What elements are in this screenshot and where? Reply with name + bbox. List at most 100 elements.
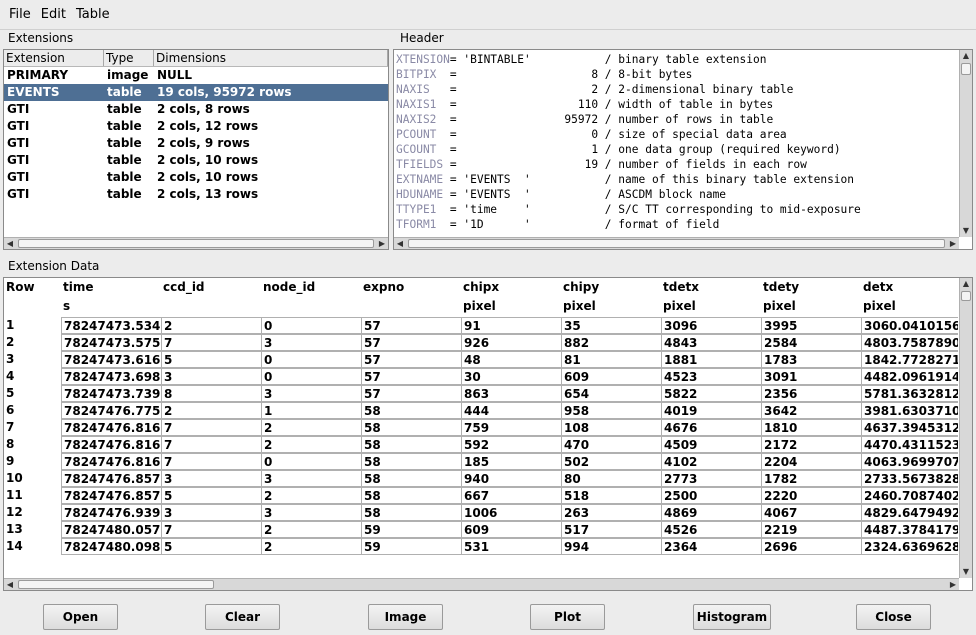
table-cell[interactable]: 609 — [461, 521, 562, 538]
table-cell[interactable]: 78247476.81608 — [61, 453, 162, 470]
scroll-thumb[interactable] — [408, 239, 945, 248]
table-cell[interactable]: 91 — [461, 317, 562, 334]
column-header[interactable]: tdetx — [663, 278, 699, 297]
table-cell[interactable]: 108 — [561, 419, 662, 436]
table-cell[interactable]: 2204 — [761, 453, 862, 470]
table-cell[interactable]: 2500 — [661, 487, 762, 504]
column-header[interactable]: node_id — [263, 278, 315, 297]
table-cell[interactable]: 3 — [261, 470, 362, 487]
table-cell[interactable]: 3642 — [761, 402, 862, 419]
table-cell[interactable]: 57 — [361, 351, 462, 368]
table-cell[interactable]: 3 — [161, 368, 262, 385]
table-cell[interactable]: 81 — [561, 351, 662, 368]
table-cell[interactable]: 2460.708740234 — [861, 487, 958, 504]
table-cell[interactable]: 7 — [161, 334, 262, 351]
data-vscroll[interactable]: ▲ ▼ — [959, 278, 972, 578]
table-cell[interactable]: 58 — [361, 436, 462, 453]
header-hscroll[interactable]: ◀ ▶ — [394, 237, 959, 249]
extension-row[interactable]: EVENTS table 19 cols, 95972 rows — [4, 84, 388, 101]
extension-row[interactable]: PRIMARY image NULL — [4, 67, 388, 84]
table-cell[interactable]: 4487.378417969 — [861, 521, 958, 538]
header-text-area[interactable]: XTENSION= 'BINTABLE' / binary table exte… — [393, 49, 973, 250]
table-cell[interactable]: 502 — [561, 453, 662, 470]
table-cell[interactable]: 3 — [161, 470, 262, 487]
column-header[interactable]: ccd_id — [163, 278, 205, 297]
data-hscroll[interactable]: ◀ ▶ — [4, 578, 959, 590]
menu-table[interactable]: Table — [71, 0, 115, 30]
table-cell[interactable]: 2172 — [761, 436, 862, 453]
table-cell[interactable]: 882 — [561, 334, 662, 351]
table-cell[interactable]: 78247476.85712 — [61, 470, 162, 487]
table-cell[interactable]: 58 — [361, 504, 462, 521]
table-cell[interactable]: 1782 — [761, 470, 862, 487]
table-cell[interactable]: 1842.772827148 — [861, 351, 958, 368]
table-cell[interactable]: 4829.647949219 — [861, 504, 958, 521]
table-cell[interactable]: 57 — [361, 317, 462, 334]
table-cell[interactable]: 3995 — [761, 317, 862, 334]
table-cell[interactable]: 2584 — [761, 334, 862, 351]
header-vscroll[interactable]: ▲ ▼ — [959, 50, 972, 237]
table-cell[interactable]: 4803.758789062 — [861, 334, 958, 351]
table-cell[interactable]: 78247473.69821 — [61, 368, 162, 385]
table-cell[interactable]: 2 — [161, 402, 262, 419]
table-cell[interactable]: 940 — [461, 470, 562, 487]
scroll-left-icon[interactable]: ◀ — [394, 238, 406, 249]
table-cell[interactable]: 78247476.81608 — [61, 419, 162, 436]
table-cell[interactable]: 3 — [261, 385, 362, 402]
table-cell[interactable]: 78247476.81608 — [61, 436, 162, 453]
table-cell[interactable]: 592 — [461, 436, 562, 453]
table-cell[interactable]: 58 — [361, 419, 462, 436]
table-cell[interactable]: 1 — [261, 402, 362, 419]
table-cell[interactable]: 5 — [161, 538, 262, 555]
table-cell[interactable]: 2356 — [761, 385, 862, 402]
table-cell[interactable]: 0 — [261, 368, 362, 385]
scroll-right-icon[interactable]: ▶ — [376, 238, 388, 249]
table-cell[interactable]: 57 — [361, 368, 462, 385]
column-header[interactable]: detx — [863, 278, 893, 297]
column-header[interactable]: chipx — [463, 278, 499, 297]
table-cell[interactable]: 2 — [261, 419, 362, 436]
table-cell[interactable]: 654 — [561, 385, 662, 402]
table-cell[interactable]: 609 — [561, 368, 662, 385]
table-cell[interactable]: 48 — [461, 351, 562, 368]
table-cell[interactable]: 4470.431152344 — [861, 436, 958, 453]
extension-row[interactable]: GTI table 2 cols, 13 rows — [4, 186, 388, 203]
extension-row[interactable]: GTI table 2 cols, 9 rows — [4, 135, 388, 152]
table-cell[interactable]: 8 — [161, 385, 262, 402]
table-cell[interactable]: 7 — [161, 521, 262, 538]
scroll-right-icon[interactable]: ▶ — [947, 238, 959, 249]
table-cell[interactable]: 4526 — [661, 521, 762, 538]
table-cell[interactable]: 4063.969970703 — [861, 453, 958, 470]
scroll-right-icon[interactable]: ▶ — [947, 579, 959, 590]
table-cell[interactable]: 3 — [161, 504, 262, 521]
menu-edit[interactable]: Edit — [36, 0, 71, 30]
table-cell[interactable]: 958 — [561, 402, 662, 419]
scroll-thumb[interactable] — [961, 291, 971, 301]
table-cell[interactable]: 0 — [261, 351, 362, 368]
table-cell[interactable]: 78247473.53405 — [61, 317, 162, 334]
table-cell[interactable]: 517 — [561, 521, 662, 538]
extension-row[interactable]: GTI table 2 cols, 10 rows — [4, 152, 388, 169]
table-cell[interactable]: 57 — [361, 385, 462, 402]
table-cell[interactable]: 4019 — [661, 402, 762, 419]
scroll-left-icon[interactable]: ◀ — [4, 579, 16, 590]
table-cell[interactable]: 80 — [561, 470, 662, 487]
table-cell[interactable]: 518 — [561, 487, 662, 504]
column-header[interactable]: time — [63, 278, 94, 297]
scroll-left-icon[interactable]: ◀ — [4, 238, 16, 249]
table-cell[interactable]: 2220 — [761, 487, 862, 504]
table-cell[interactable]: 4869 — [661, 504, 762, 521]
table-cell[interactable]: 1783 — [761, 351, 862, 368]
table-cell[interactable]: 3 — [261, 334, 362, 351]
table-cell[interactable]: 926 — [461, 334, 562, 351]
table-cell[interactable]: 78247476.77504 — [61, 402, 162, 419]
table-cell[interactable]: 78247473.57509 — [61, 334, 162, 351]
table-cell[interactable]: 0 — [261, 453, 362, 470]
table-cell[interactable]: 2324.636962891 — [861, 538, 958, 555]
histogram-button[interactable]: Histogram — [693, 604, 771, 630]
table-cell[interactable]: 78247473.61613 — [61, 351, 162, 368]
image-button[interactable]: Image — [368, 604, 443, 630]
close-button[interactable]: Close — [856, 604, 931, 630]
table-cell[interactable]: 58 — [361, 487, 462, 504]
table-cell[interactable]: 57 — [361, 334, 462, 351]
